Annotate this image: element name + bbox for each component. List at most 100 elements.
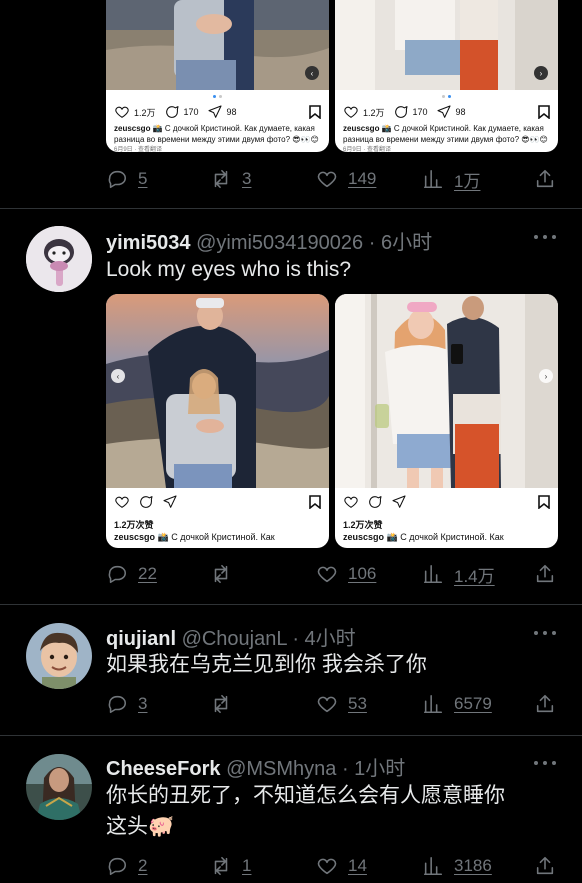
user-handle[interactable]: @ChoujanL (182, 628, 287, 650)
heart-icon[interactable] (114, 494, 130, 510)
tweet-actions: 5 3 149 1万 (106, 165, 556, 193)
avatar[interactable] (26, 226, 92, 292)
retweet-icon (214, 169, 228, 189)
retweet-button[interactable]: 3 (210, 165, 251, 193)
reply-icon (108, 170, 126, 189)
tweet-header: CheeseFork @MSMhyna · 1小时 (106, 752, 405, 781)
like-button[interactable]: 53 (316, 690, 367, 718)
tweet-media-grid[interactable]: ‹ 1.2万 170 98 zeuscsgo 📸 С дочкой Кристи… (106, 0, 558, 152)
display-name[interactable]: qiujianl (106, 628, 176, 650)
reply-button[interactable]: 22 (106, 560, 157, 588)
bookmark-icon[interactable] (538, 105, 550, 120)
heart-icon (317, 566, 337, 583)
comment-icon[interactable] (393, 104, 409, 120)
timestamp[interactable]: · 4小时 (292, 628, 355, 650)
retweet-icon (214, 694, 228, 714)
retweet-button[interactable]: 1 (210, 852, 251, 880)
tweet-text-line: 你长的丑死了，不知道怎么会有人愿意睡你 (106, 784, 505, 807)
comment-icon[interactable] (367, 494, 383, 510)
instagram-screenshot-right[interactable]: › 1.2万 170 98 zeuscsgo 📸 С дочкой Кристи… (335, 0, 558, 152)
ig-like-count: 1.2万 (363, 107, 385, 118)
like-button[interactable]: 106 (316, 560, 376, 588)
more-options-icon[interactable] (534, 630, 556, 636)
bar-chart-icon (423, 169, 443, 189)
reply-button[interactable]: 2 (106, 852, 147, 880)
tweet-actions: 2 1 14 3186 (106, 852, 556, 880)
instagram-screenshot-left[interactable]: ‹ 1.2万次赞 zeuscsgo 📸 С дочкой Кристиной. … (106, 294, 329, 548)
reply-button[interactable]: 3 (106, 690, 147, 718)
tweet-header: yimi5034 @yimi5034190026 · 6小时 (106, 226, 432, 255)
heart-icon[interactable] (114, 104, 130, 120)
reply-icon (108, 565, 126, 584)
reply-button[interactable]: 5 (106, 165, 147, 193)
more-options-icon[interactable] (534, 760, 556, 766)
bar-chart-icon (423, 694, 443, 714)
retweet-icon (214, 564, 228, 584)
ig-likes-text: 1.2万次赞 (343, 520, 383, 530)
share-button[interactable] (534, 165, 556, 193)
share-icon[interactable] (436, 104, 452, 120)
share-button[interactable] (534, 560, 556, 588)
bookmark-icon[interactable] (538, 495, 550, 510)
bookmark-icon[interactable] (309, 105, 321, 120)
ig-like-count: 1.2万 (134, 107, 156, 118)
share-icon (536, 856, 554, 875)
ig-caption: zeuscsgo 📸 С дочкой Кристиной. Как думае… (343, 124, 548, 144)
timestamp[interactable]: · 1小时 (342, 758, 405, 780)
user-handle[interactable]: @MSMhyna (226, 758, 336, 780)
like-button[interactable]: 14 (316, 852, 367, 880)
ig-date: 6月9日 · 查看翻译 (114, 147, 163, 152)
tweet-text: Look my eyes who is this? (106, 258, 352, 281)
photo-man-and-girl: ‹ (106, 0, 329, 90)
retweet-icon (214, 856, 228, 876)
tweet-media-grid[interactable]: ‹ 1.2万次赞 zeuscsgo 📸 С дочкой Кристиной. … (106, 294, 558, 548)
share-button[interactable] (534, 690, 556, 718)
tweet-text-line: 这头🐖 (106, 815, 175, 838)
reply-icon (108, 695, 126, 714)
views-button[interactable]: 6579 (422, 690, 492, 718)
share-button[interactable] (534, 852, 556, 880)
heart-icon (317, 858, 337, 875)
bookmark-icon[interactable] (309, 495, 321, 510)
views-button[interactable]: 1.4万 (422, 560, 495, 588)
heart-icon[interactable] (343, 494, 359, 510)
heart-icon[interactable] (343, 104, 359, 120)
ig-caption: zeuscsgo 📸 С дочкой Кристиной. Как думае… (114, 124, 319, 144)
display-name[interactable]: yimi5034 (106, 232, 191, 254)
ig-date: 6月9日 · 查看翻译 (343, 147, 392, 152)
photo-man-and-girl: ‹ (106, 294, 329, 488)
instagram-screenshot-left[interactable]: ‹ 1.2万 170 98 zeuscsgo 📸 С дочкой Кристи… (106, 0, 329, 152)
timestamp[interactable]: · 6小时 (369, 232, 432, 254)
ig-caption: zeuscsgo 📸 С дочкой Кристиной. Как (114, 532, 275, 542)
views-button[interactable]: 3186 (422, 852, 492, 880)
views-button[interactable]: 1万 (422, 165, 480, 193)
share-icon[interactable] (162, 494, 178, 510)
user-handle[interactable]: @yimi5034190026 (196, 232, 363, 254)
tweet-actions: 22 106 1.4万 (106, 560, 556, 588)
comment-icon[interactable] (138, 494, 154, 510)
bar-chart-icon (423, 856, 443, 876)
share-icon (536, 564, 554, 583)
share-icon (536, 169, 554, 188)
comment-icon[interactable] (164, 104, 180, 120)
instagram-screenshot-right[interactable]: › 1.2万次赞 zeuscsgo 📸 С дочкой Кристиной. … (335, 294, 558, 548)
tweet-header: qiujianl @ChoujanL · 4小时 (106, 622, 356, 651)
more-options-icon[interactable] (534, 234, 556, 240)
divider (0, 208, 582, 209)
timeline-feed: ‹ 1.2万 170 98 zeuscsgo 📸 С дочкой Кристи… (0, 0, 582, 883)
like-button[interactable]: 149 (316, 165, 376, 193)
share-icon[interactable] (207, 104, 223, 120)
ig-comment-count: 170 (412, 107, 428, 117)
tweet-actions: 3 53 6579 (106, 690, 556, 718)
heart-icon (317, 171, 337, 188)
avatar[interactable] (26, 754, 92, 820)
avatar[interactable] (26, 623, 92, 689)
share-icon[interactable] (391, 494, 407, 510)
heart-icon (317, 696, 337, 713)
display-name[interactable]: CheeseFork (106, 758, 221, 780)
retweet-button[interactable] (210, 690, 242, 718)
avatar-image (26, 623, 92, 689)
svg-text:‹: ‹ (311, 69, 314, 78)
retweet-button[interactable] (210, 560, 242, 588)
reply-icon (108, 857, 126, 876)
